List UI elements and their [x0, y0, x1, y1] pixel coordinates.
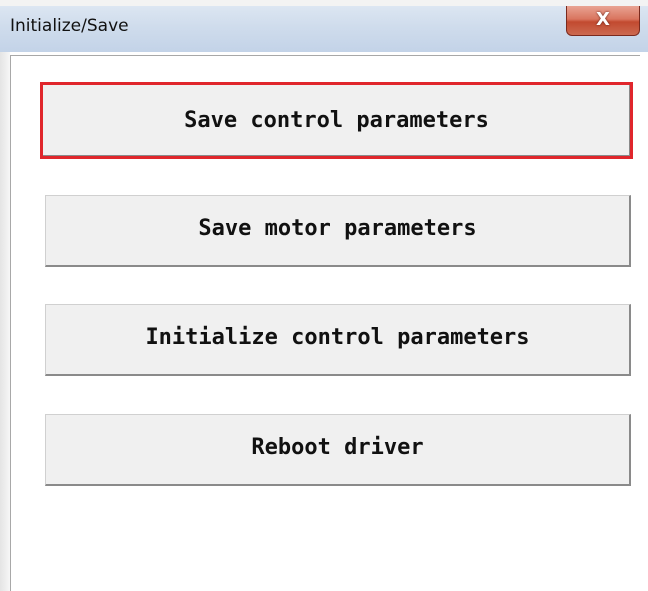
window-title: Initialize/Save — [10, 16, 129, 36]
initialize-control-parameters-button[interactable]: Initialize control parameters — [45, 304, 631, 376]
save-control-parameters-button[interactable]: Save control parameters — [40, 82, 633, 159]
reboot-driver-button[interactable]: Reboot driver — [45, 414, 631, 486]
initialize-control-parameters-label: Initialize control parameters — [145, 325, 530, 350]
save-motor-parameters-label: Save motor parameters — [198, 216, 477, 241]
close-button[interactable]: X — [566, 6, 640, 36]
save-motor-parameters-button[interactable]: Save motor parameters — [45, 195, 631, 267]
screen: Initialize/Save X Save control parameter… — [0, 0, 648, 591]
window-left-border — [0, 52, 10, 591]
close-icon: X — [596, 9, 610, 30]
save-control-parameters-label: Save control parameters — [184, 108, 489, 133]
title-bar[interactable]: Initialize/Save X — [0, 6, 648, 52]
reboot-driver-label: Reboot driver — [251, 435, 424, 460]
